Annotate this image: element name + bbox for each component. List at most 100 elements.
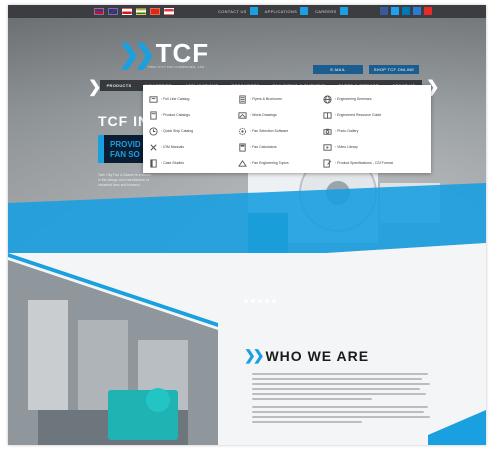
text-line bbox=[252, 388, 420, 390]
menu-item-iom-manuals[interactable]: IOM Manuals bbox=[149, 139, 193, 155]
social-links bbox=[380, 7, 432, 15]
drawing-icon bbox=[238, 111, 247, 119]
menu-item-label: Video Library bbox=[335, 145, 358, 149]
menu-item-engineering-seminars[interactable]: Engineering Seminars bbox=[323, 91, 395, 107]
camera-icon bbox=[323, 128, 332, 135]
menu-item-quick-ship-catalog[interactable]: Quick Ship Catalog bbox=[149, 123, 193, 139]
specs-icon bbox=[323, 158, 332, 168]
slider-dot[interactable] bbox=[258, 299, 262, 303]
menu-item-flyers-brochures[interactable]: Flyers & Brochures bbox=[238, 91, 289, 107]
menu-item-label: Fan Selection Software bbox=[250, 129, 288, 133]
menu-item-label: IOM Manuals bbox=[161, 145, 184, 149]
text-line bbox=[252, 421, 362, 423]
email-button[interactable]: E-MAIL bbox=[313, 65, 363, 74]
utility-bar: CONTACT US APPLICATIONS CAREERS bbox=[8, 5, 486, 18]
careers-label: CAREERS bbox=[315, 8, 337, 14]
menu-item-case-studies[interactable]: Case Studies bbox=[149, 155, 193, 171]
menu-item-label: Product Specifications - CSI Format bbox=[335, 161, 395, 165]
contact-icon bbox=[249, 7, 258, 15]
google-plus-icon[interactable] bbox=[413, 7, 421, 15]
text-line bbox=[252, 383, 430, 385]
slider-dot[interactable] bbox=[272, 299, 276, 303]
who-we-are-title: WHO WE ARE bbox=[265, 347, 370, 364]
utility-links: CONTACT US APPLICATIONS CAREERS bbox=[218, 7, 348, 15]
nav-item-products[interactable]: PRODUCTS bbox=[107, 83, 132, 88]
menu-item-label: Fan Engineering Topics bbox=[250, 161, 289, 165]
menu-item-label: Full Line Catalog bbox=[161, 97, 189, 101]
globe-icon bbox=[323, 94, 332, 104]
video-icon bbox=[323, 143, 332, 151]
engineering-icon bbox=[238, 159, 247, 167]
language-flags bbox=[94, 8, 174, 15]
hero-accent-bar bbox=[98, 135, 104, 163]
menu-item-photo-gallery[interactable]: Photo Gallery bbox=[323, 123, 395, 139]
resources-mega-menu: Full Line Catalog Product Catalogs Quick… bbox=[143, 85, 431, 173]
wrench-icon bbox=[150, 143, 157, 151]
menu-item-worst-drawings[interactable]: Worst Drawings bbox=[238, 107, 289, 123]
hero-body-text: Twin City Fan & Blower is a leader in th… bbox=[98, 173, 152, 187]
slider-dot[interactable] bbox=[244, 299, 248, 303]
header-buttons: E-MAIL SHOP TCF ONLINE bbox=[313, 65, 419, 74]
calculator-icon bbox=[239, 142, 246, 152]
clock-icon bbox=[149, 126, 158, 136]
applications-link[interactable]: APPLICATIONS bbox=[264, 7, 309, 15]
uk-flag[interactable] bbox=[108, 8, 118, 15]
youtube-icon[interactable] bbox=[424, 7, 432, 15]
contact-us-label: CONTACT US bbox=[218, 8, 247, 14]
logo-chevron-icon: ❯❯ bbox=[118, 38, 155, 69]
menu-item-full-line-catalog[interactable]: Full Line Catalog bbox=[149, 91, 193, 107]
text-line bbox=[252, 373, 428, 375]
singapore-flag[interactable] bbox=[164, 8, 174, 15]
hero-subtitle-line1: PROVID bbox=[110, 140, 141, 149]
menu-item-video-library[interactable]: Video Library bbox=[323, 139, 395, 155]
web-page: CONTACT US APPLICATIONS CAREERS ❯❯ TCF T… bbox=[8, 5, 486, 445]
usa-flag[interactable] bbox=[94, 8, 104, 15]
menu-item-label: Photo Gallery bbox=[335, 129, 358, 133]
applications-label: APPLICATIONS bbox=[264, 8, 298, 14]
menu-item-engineered-resource-guide[interactable]: Engineered Resource Guide bbox=[323, 107, 395, 123]
careers-icon bbox=[339, 7, 348, 15]
factory-photo bbox=[8, 260, 218, 445]
guide-icon bbox=[323, 111, 332, 119]
india-flag[interactable] bbox=[136, 8, 146, 15]
facebook-icon[interactable] bbox=[380, 7, 388, 15]
linkedin-icon[interactable] bbox=[402, 7, 410, 15]
slider-dot-active[interactable] bbox=[251, 299, 255, 303]
menu-item-label: Product Catalogs bbox=[161, 113, 190, 117]
menu-item-fan-calculators[interactable]: Fan Calculators bbox=[238, 139, 289, 155]
careers-link[interactable]: CAREERS bbox=[315, 7, 348, 15]
menu-item-fan-selection-software[interactable]: Fan Selection Software bbox=[238, 123, 289, 139]
menu-item-label: Quick Ship Catalog bbox=[161, 129, 193, 133]
contact-us-link[interactable]: CONTACT US bbox=[218, 7, 258, 15]
czech-flag[interactable] bbox=[122, 8, 132, 15]
hero-title: TCF IN bbox=[98, 113, 150, 129]
book-icon bbox=[150, 110, 157, 120]
mega-menu-column-3: Engineering Seminars Engineered Resource… bbox=[323, 91, 395, 171]
menu-item-product-specifications[interactable]: Product Specifications - CSI Format bbox=[323, 155, 395, 171]
menu-item-label: Flyers & Brochures bbox=[250, 97, 282, 101]
slider-dot[interactable] bbox=[265, 299, 269, 303]
china-flag[interactable] bbox=[150, 8, 160, 15]
text-line bbox=[252, 393, 426, 395]
text-line bbox=[252, 378, 422, 380]
brochure-icon bbox=[239, 94, 246, 104]
case-study-icon bbox=[150, 158, 157, 168]
who-we-are-body bbox=[252, 373, 432, 426]
twitter-icon[interactable] bbox=[391, 7, 399, 15]
gear-icon bbox=[238, 127, 247, 135]
menu-item-label: Engineering Seminars bbox=[335, 97, 371, 101]
menu-item-label: Fan Calculators bbox=[250, 145, 277, 149]
who-we-are-heading: ❯❯ WHO WE ARE bbox=[244, 347, 369, 364]
menu-item-fan-engineering-topics[interactable]: Fan Engineering Topics bbox=[238, 155, 289, 171]
hero-subtitle-line2: FAN SO bbox=[110, 150, 140, 159]
menu-item-label: Engineered Resource Guide bbox=[335, 113, 381, 117]
mega-menu-column-2: Flyers & Brochures Worst Drawings Fan Se… bbox=[238, 91, 289, 171]
blue-diagonal-band bbox=[8, 183, 486, 253]
mega-menu-column-1: Full Line Catalog Product Catalogs Quick… bbox=[149, 91, 193, 171]
text-line bbox=[252, 416, 430, 418]
shop-online-button[interactable]: SHOP TCF ONLINE bbox=[369, 65, 419, 74]
logo-tagline: TWIN CITY FAN COMPANIES, LTD. bbox=[148, 65, 206, 69]
text-line bbox=[252, 406, 428, 408]
applications-icon bbox=[300, 7, 309, 15]
menu-item-product-catalogs[interactable]: Product Catalogs bbox=[149, 107, 193, 123]
